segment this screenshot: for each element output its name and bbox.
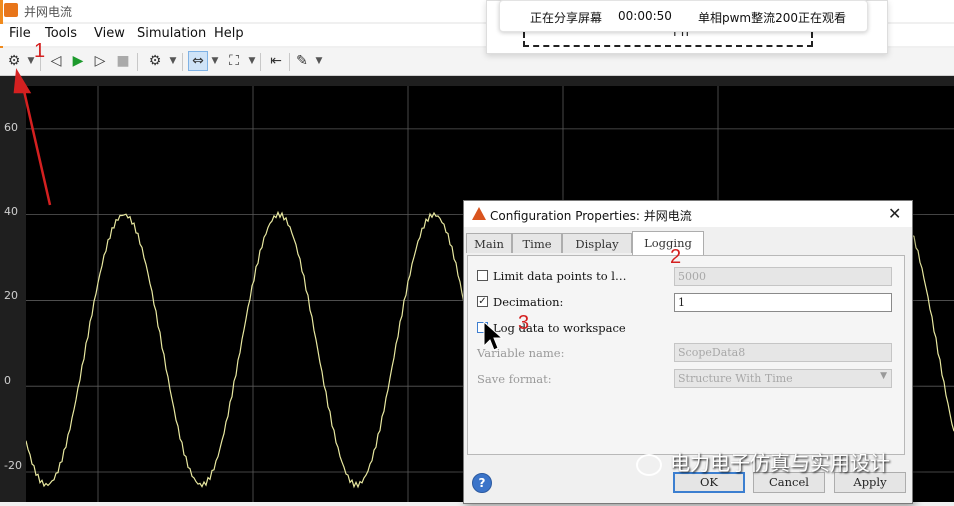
mouse-cursor-layer — [483, 320, 504, 351]
mouse-cursor-icon — [483, 320, 504, 351]
watermark-text: 电力电子仿真与实用设计 — [670, 451, 890, 475]
wechat-icon — [636, 453, 662, 476]
watermark: 电力电子仿真与实用设计 — [636, 447, 890, 476]
